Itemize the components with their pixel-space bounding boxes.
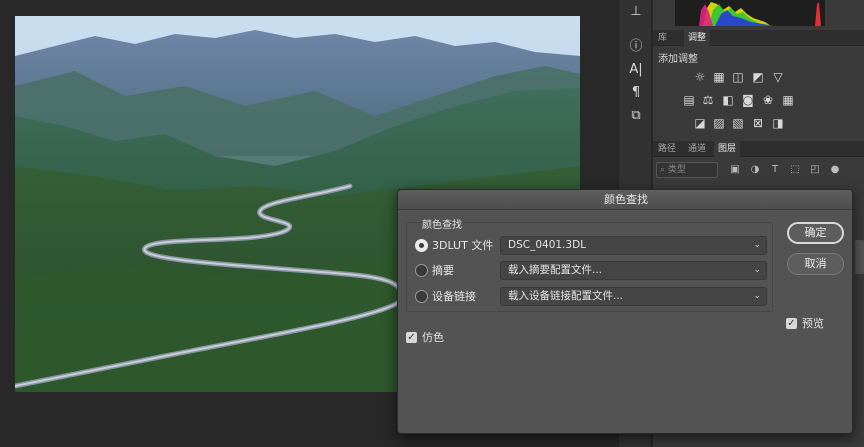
info-icon[interactable]: ⓘ (625, 37, 647, 57)
filter-type-icon[interactable]: T (769, 163, 781, 177)
radio-3dlut[interactable] (415, 239, 428, 252)
library-adjust-tabs: 库 调整 (653, 30, 864, 46)
tab-channels[interactable]: 通道 (684, 141, 710, 157)
hue-saturation-icon[interactable]: ▤ (682, 93, 696, 107)
layers-tabs: 路径 通道 图层 (653, 141, 864, 157)
filter-pixel-icon[interactable]: ▣ (729, 163, 741, 177)
cancel-button[interactable]: 取消 (787, 253, 844, 275)
label-3dlut: 3DLUT 文件 (432, 239, 494, 252)
color-lookup-dialog: 颜色查找 颜色查找 3DLUT 文件 DSC_0401.3DL ⌄ 摘要 载入摘… (397, 189, 853, 434)
curves-icon[interactable]: ◫ (731, 70, 745, 84)
filter-smart-icon[interactable]: ◰ (809, 163, 821, 177)
color-lookup-icon[interactable]: ▦ (781, 93, 795, 107)
dialog-title[interactable]: 颜色查找 (398, 190, 852, 210)
invert-icon[interactable]: ◪ (693, 116, 707, 130)
photo-filter-icon[interactable]: ◙ (741, 93, 755, 107)
row-device-link: 设备链接 载入设备链接配置文件... ⌄ (415, 287, 775, 307)
black-white-icon[interactable]: ◧ (721, 93, 735, 107)
label-abstract: 摘要 (432, 264, 454, 277)
panel-scrollbar[interactable] (855, 240, 864, 274)
photoshop-workspace: ⊥ ⓘ A| ¶ ⧉ 库 调整 添加调整 ☼ ▦ ◫ ◩ ▽ ▤ ⚖ ◧ ◙ ❀… (0, 0, 864, 447)
select-device-link-profile[interactable]: 载入设备链接配置文件... ⌄ (500, 287, 767, 306)
glyph-icon[interactable]: ⧉ (625, 106, 647, 126)
brightness-icon[interactable]: ☼ (693, 70, 707, 84)
select-3dlut-value: DSC_0401.3DL (508, 239, 587, 251)
preview-checkbox[interactable]: ✓ (786, 318, 797, 329)
tab-layers[interactable]: 图层 (714, 141, 741, 157)
select-device-link-value: 载入设备链接配置文件... (508, 290, 624, 302)
tab-paths[interactable]: 路径 (654, 141, 680, 157)
color-balance-icon[interactable]: ⚖ (701, 93, 715, 107)
row-abstract: 摘要 载入摘要配置文件... ⌄ (415, 261, 775, 281)
dither-label: 仿色 (422, 331, 444, 344)
row-3dlut: 3DLUT 文件 DSC_0401.3DL ⌄ (415, 236, 775, 256)
select-abstract-profile[interactable]: 载入摘要配置文件... ⌄ (500, 261, 767, 280)
filter-shape-icon[interactable]: ⬚ (789, 163, 801, 177)
label-device-link: 设备链接 (432, 290, 476, 303)
radio-device-link[interactable] (415, 290, 428, 303)
histogram-graph (699, 2, 821, 26)
chevron-down-icon: ⌄ (753, 240, 761, 250)
selective-color-icon[interactable]: ◨ (771, 116, 785, 130)
channel-mixer-icon[interactable]: ❀ (761, 93, 775, 107)
ok-button[interactable]: 确定 (787, 222, 844, 244)
filter-toggle-icon[interactable]: ● (829, 163, 841, 177)
posterize-icon[interactable]: ▨ (712, 116, 726, 130)
stamp-icon[interactable]: ⊥ (625, 2, 647, 22)
tab-library[interactable]: 库 (654, 30, 671, 46)
radio-abstract[interactable] (415, 264, 428, 277)
filter-adjust-icon[interactable]: ◑ (749, 163, 761, 177)
dither-checkbox[interactable]: ✓ (406, 332, 417, 343)
exposure-icon[interactable]: ◩ (751, 70, 765, 84)
character-icon[interactable]: A| (625, 60, 647, 80)
threshold-icon[interactable]: ▧ (731, 116, 745, 130)
vibrance-icon[interactable]: ▽ (771, 70, 785, 84)
select-abstract-value: 载入摘要配置文件... (508, 264, 603, 276)
layers-filter-select[interactable]: ⌕ 类型 (656, 162, 718, 178)
gradient-map-icon[interactable]: ⊠ (751, 116, 765, 130)
group-title: 颜色查找 (422, 220, 462, 231)
layers-filter-label: 类型 (667, 165, 686, 175)
preview-label: 预览 (802, 317, 824, 330)
chevron-down-icon: ⌄ (753, 291, 761, 301)
select-3dlut-file[interactable]: DSC_0401.3DL ⌄ (500, 236, 767, 255)
add-adjustment-label: 添加调整 (658, 54, 698, 65)
tab-adjustments[interactable]: 调整 (684, 30, 711, 46)
histogram-preview (675, 0, 825, 26)
levels-icon[interactable]: ▦ (712, 70, 726, 84)
paragraph-icon[interactable]: ¶ (625, 83, 647, 103)
chevron-down-icon: ⌄ (753, 265, 761, 275)
